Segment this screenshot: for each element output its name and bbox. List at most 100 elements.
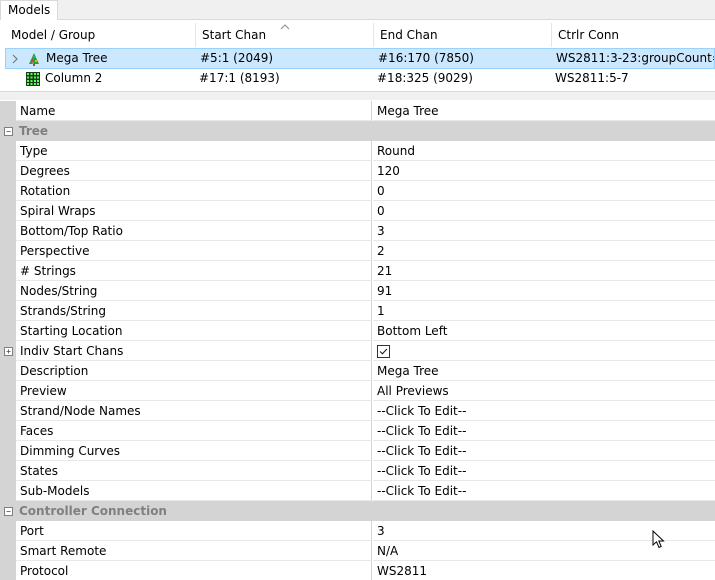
expand-icon[interactable]: + [4, 347, 13, 356]
grid-gutter [0, 261, 16, 281]
prop-label: Bottom/Top Ratio [16, 221, 372, 241]
prop-row-faces[interactable]: Faces --Click To Edit-- [0, 421, 715, 441]
prop-row-nodes-string[interactable]: Nodes/String 91 [0, 281, 715, 301]
ctrlr-conn-value: WS2811:5-7 [555, 71, 629, 85]
prop-value[interactable]: --Click To Edit-- [373, 481, 715, 501]
prop-label: Starting Location [16, 321, 372, 341]
prop-label: Indiv Start Chans [16, 341, 372, 361]
grid-gutter [0, 181, 16, 201]
grid-gutter [0, 481, 16, 501]
model-name: Column 2 [45, 71, 103, 85]
prop-row-indiv-start-chans[interactable]: + Indiv Start Chans [0, 341, 715, 361]
prop-value[interactable]: --Click To Edit-- [373, 401, 715, 421]
sort-ascending-icon [280, 24, 290, 30]
grid-gutter: + [0, 341, 16, 361]
models-list-header: Model / Group Start Chan End Chan Ctrlr … [0, 23, 715, 47]
column-header-end-chan[interactable]: End Chan [374, 23, 552, 47]
prop-row-sub-models[interactable]: Sub-Models --Click To Edit-- [0, 481, 715, 501]
prop-row-protocol[interactable]: Protocol WS2811 [0, 561, 715, 580]
column-header-ctrlr-conn[interactable]: Ctrlr Conn [552, 23, 715, 47]
prop-label: Type [16, 141, 372, 161]
prop-value[interactable]: 1 [373, 301, 715, 321]
prop-label: Smart Remote [16, 541, 372, 561]
grid-gutter [0, 101, 16, 121]
grid-gutter [0, 221, 16, 241]
prop-label: Strand/Node Names [16, 401, 372, 421]
prop-row-starting-location[interactable]: Starting Location Bottom Left [0, 321, 715, 341]
prop-row-port[interactable]: Port 3 [0, 521, 715, 541]
matrix-icon [26, 72, 40, 86]
end-chan-value: #16:170 (7850) [378, 51, 474, 65]
tab-strip: Models [0, 0, 715, 20]
prop-row-dimming-curves[interactable]: Dimming Curves --Click To Edit-- [0, 441, 715, 461]
category-label: Tree [19, 124, 49, 138]
collapse-icon[interactable]: − [4, 127, 13, 136]
end-chan-value: #18:325 (9029) [377, 71, 473, 85]
prop-row-degrees[interactable]: Degrees 120 [0, 161, 715, 181]
chevron-right-icon[interactable] [11, 54, 19, 64]
grid-gutter [0, 161, 16, 181]
prop-value[interactable]: --Click To Edit-- [373, 441, 715, 461]
prop-value[interactable]: --Click To Edit-- [373, 461, 715, 481]
prop-value[interactable]: Bottom Left [373, 321, 715, 341]
prop-value[interactable]: All Previews [373, 381, 715, 401]
prop-row-description[interactable]: Description Mega Tree [0, 361, 715, 381]
prop-row-strand-node-names[interactable]: Strand/Node Names --Click To Edit-- [0, 401, 715, 421]
prop-label: Spiral Wraps [16, 201, 372, 221]
column-header-model-group[interactable]: Model / Group [5, 23, 196, 47]
prop-row-name[interactable]: Name Mega Tree [0, 101, 715, 121]
grid-gutter [0, 401, 16, 421]
grid-gutter [0, 141, 16, 161]
prop-label: Protocol [16, 561, 372, 580]
collapse-icon[interactable]: − [4, 507, 13, 516]
prop-row-perspective[interactable]: Perspective 2 [0, 241, 715, 261]
prop-label: Rotation [16, 181, 372, 201]
prop-row-preview[interactable]: Preview All Previews [0, 381, 715, 401]
prop-value[interactable]: --Click To Edit-- [373, 421, 715, 441]
prop-value[interactable]: WS2811 [373, 561, 715, 580]
prop-label: Sub-Models [16, 481, 372, 501]
prop-row-spiral-wraps[interactable]: Spiral Wraps 0 [0, 201, 715, 221]
prop-value[interactable]: Mega Tree [373, 101, 715, 121]
prop-value[interactable] [373, 341, 715, 361]
prop-value[interactable]: 120 [373, 161, 715, 181]
grid-gutter [0, 201, 16, 221]
grid-gutter [0, 541, 16, 561]
grid-gutter [0, 241, 16, 261]
prop-value[interactable]: Mega Tree [373, 361, 715, 381]
prop-row-type[interactable]: Type Round [0, 141, 715, 161]
prop-value[interactable]: 3 [373, 221, 715, 241]
model-row-mega-tree[interactable]: Mega Tree #5:1 (2049) #16:170 (7850) WS2… [5, 48, 715, 69]
prop-row-bottom-top-ratio[interactable]: Bottom/Top Ratio 3 [0, 221, 715, 241]
category-tree[interactable]: − Tree [0, 121, 715, 141]
prop-value[interactable]: Round [373, 141, 715, 161]
prop-label: Name [16, 101, 372, 121]
grid-gutter [0, 381, 16, 401]
prop-row-rotation[interactable]: Rotation 0 [0, 181, 715, 201]
prop-row-strings[interactable]: # Strings 21 [0, 261, 715, 281]
prop-value[interactable]: 0 [373, 181, 715, 201]
prop-row-states[interactable]: States --Click To Edit-- [0, 461, 715, 481]
model-row-column-2[interactable]: Column 2 #17:1 (8193) #18:325 (9029) WS2… [5, 69, 715, 90]
prop-value[interactable]: 0 [373, 201, 715, 221]
grid-gutter [0, 361, 16, 381]
prop-value[interactable]: 91 [373, 281, 715, 301]
prop-value[interactable]: 21 [373, 261, 715, 281]
grid-gutter [0, 441, 16, 461]
panel-splitter[interactable] [0, 92, 715, 100]
mouse-pointer-icon [652, 530, 665, 549]
model-name: Mega Tree [46, 51, 108, 65]
checkbox-checked-icon[interactable] [377, 345, 390, 358]
prop-label: Nodes/String [16, 281, 372, 301]
tree-icon [29, 53, 39, 66]
grid-gutter [0, 301, 16, 321]
prop-row-strands-string[interactable]: Strands/String 1 [0, 301, 715, 321]
start-chan-value: #17:1 (8193) [199, 71, 280, 85]
category-controller-connection[interactable]: − Controller Connection [0, 501, 715, 521]
tab-models[interactable]: Models [0, 0, 59, 20]
prop-row-smart-remote[interactable]: Smart Remote N/A [0, 541, 715, 561]
grid-gutter [0, 421, 16, 441]
grid-gutter [0, 281, 16, 301]
prop-value[interactable]: 2 [373, 241, 715, 261]
grid-gutter [0, 321, 16, 341]
